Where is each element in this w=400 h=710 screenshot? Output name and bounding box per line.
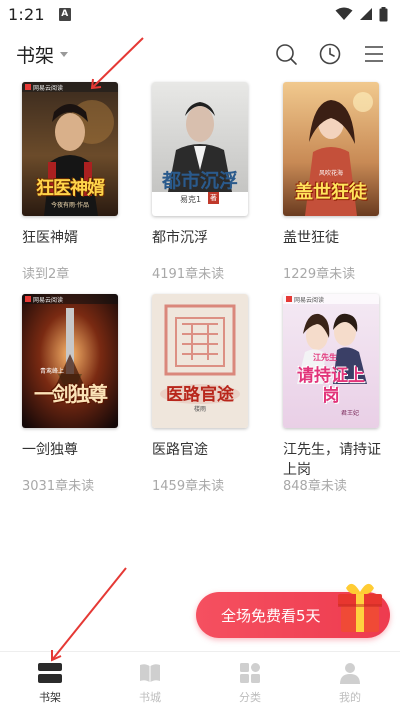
book-title: 盖世狂徒 xyxy=(283,230,339,246)
tab-bookstore[interactable]: 书城 xyxy=(100,652,200,710)
tab-label: 我的 xyxy=(339,691,361,704)
bottom-tab-bar: 书架 书城 分类 我的 xyxy=(0,651,400,710)
category-grid-icon xyxy=(240,663,260,683)
book-item[interactable]: 网易云阅读 狂医神婿 今夜有雨·作品 狂医神婿 xyxy=(22,82,122,248)
tab-bookshelf[interactable]: 书架 xyxy=(0,652,100,710)
status-time: 1:21 xyxy=(8,4,45,24)
cover-title: 盖世狂徒 xyxy=(295,182,367,203)
gift-box-icon xyxy=(338,583,382,632)
cover-title-top: 江先生 xyxy=(313,353,337,362)
cover-author: 君王妃 xyxy=(341,410,360,417)
tab-profile[interactable]: 我的 xyxy=(300,652,400,710)
cover-author: 易克1 xyxy=(180,195,202,204)
book-cover[interactable]: 都市沉浮 易克1 著 xyxy=(152,82,248,216)
book-progress: 848章未读 xyxy=(283,479,347,494)
book-title: 狂医神婿 xyxy=(22,230,78,246)
book-title: 一剑独尊 xyxy=(22,442,78,458)
cover-badge: 网易云阅读 xyxy=(33,297,64,304)
notification-icon: A xyxy=(58,7,71,21)
cover-author: 风吹花海 xyxy=(318,170,343,177)
book-progress: 4191章未读 xyxy=(152,267,225,282)
cover-author: 楼雨 xyxy=(193,406,206,413)
cover-author: 今夜有雨·作品 xyxy=(51,202,89,209)
tab-label: 书架 xyxy=(39,691,61,704)
book-cover[interactable]: 网易云阅读 一剑独尊 青鸾峰上 xyxy=(22,294,118,428)
tab-label: 分类 xyxy=(239,691,261,704)
book-cover[interactable]: 网易云阅读 江先生 请持证上岗 君王妃 xyxy=(283,294,379,428)
tab-label: 书城 xyxy=(139,691,161,704)
book-cover[interactable]: 网易云阅读 狂医神婿 今夜有雨·作品 xyxy=(22,82,118,216)
book-cover[interactable]: 盖世狂徒 风吹花海 xyxy=(283,82,379,216)
cover-title: 医路官途 xyxy=(166,385,234,405)
cover-badge: 网易云阅读 xyxy=(33,85,64,92)
history-clock-icon[interactable] xyxy=(318,42,342,66)
book-progress: 3031章未读 xyxy=(22,479,95,494)
open-book-icon xyxy=(140,664,160,682)
status-indicators xyxy=(335,6,388,22)
book-progress: 读到2章 xyxy=(22,267,70,282)
bookshelf-icon xyxy=(38,663,62,683)
promo-label: 全场免费看5天 xyxy=(221,606,321,625)
cover-title: 狂医神婿 xyxy=(36,178,105,199)
book-item[interactable]: 盖世狂徒 风吹花海 盖世狂徒 xyxy=(283,82,383,248)
book-progress: 1459章未读 xyxy=(152,479,225,494)
status-bar: 1:21 A xyxy=(0,0,400,28)
cover-title: 请持证上岗 xyxy=(297,366,365,406)
cover-badge: 网易云阅读 xyxy=(294,297,325,304)
battery-icon xyxy=(379,6,388,21)
cover-author: 青鸾峰上 xyxy=(39,368,64,375)
book-item[interactable]: 网易云阅读 江先生 请持证上岗 君王妃 江先生，请持证上岗 xyxy=(283,294,383,480)
book-item[interactable]: 网易云阅读 一剑独尊 青鸾峰上 一剑独尊 xyxy=(22,294,122,460)
annotation-arrow-tab xyxy=(51,567,127,662)
app-header: 书架 xyxy=(0,28,400,80)
header-actions xyxy=(274,42,386,66)
book-progress: 1229章未读 xyxy=(283,267,356,282)
tab-category[interactable]: 分类 xyxy=(200,652,300,710)
free-reading-promo-button[interactable]: 全场免费看5天 xyxy=(196,583,390,638)
book-item[interactable]: 都市沉浮 易克1 著 都市沉浮 xyxy=(152,82,252,248)
chevron-down-icon[interactable] xyxy=(60,51,69,57)
book-title: 医路官途 xyxy=(152,442,208,458)
cover-title: 一剑独尊 xyxy=(34,382,108,406)
book-item[interactable]: 医路官途 楼雨 医路官途 xyxy=(152,294,252,460)
menu-icon[interactable] xyxy=(362,42,386,66)
page-title[interactable]: 书架 xyxy=(16,41,54,68)
cover-title: 都市沉浮 xyxy=(161,170,238,192)
user-icon xyxy=(340,663,360,684)
signal-icon xyxy=(360,8,372,20)
search-icon[interactable] xyxy=(274,42,298,66)
book-cover[interactable]: 医路官途 楼雨 xyxy=(152,294,248,428)
book-title: 江先生，请持证上岗 xyxy=(283,442,381,478)
cover-author-tag: 著 xyxy=(208,192,219,204)
wifi-icon xyxy=(335,7,353,20)
book-title: 都市沉浮 xyxy=(152,230,208,246)
